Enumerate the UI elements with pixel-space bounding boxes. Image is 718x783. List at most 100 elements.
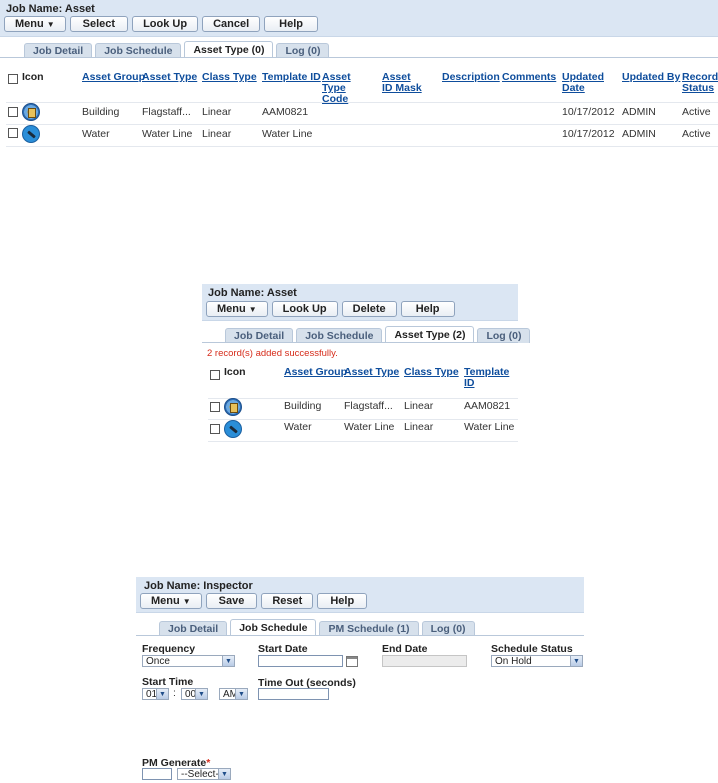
tab-pm-schedule[interactable]: PM Schedule (1) <box>319 621 419 636</box>
help-button[interactable]: Help <box>264 16 318 32</box>
tab-job-detail[interactable]: Job Detail <box>24 43 93 58</box>
updated-date-cell: 10/17/2012 <box>562 128 615 140</box>
col-icon: Icon <box>22 71 44 83</box>
row-separator <box>208 419 518 420</box>
menu-button[interactable]: Menu ▼ <box>140 593 202 609</box>
select-all-checkbox[interactable] <box>8 74 18 84</box>
start-hour-select[interactable]: 01 ▼ <box>142 688 169 700</box>
updated-date-cell: 10/17/2012 <box>562 106 615 118</box>
help-button[interactable]: Help <box>317 593 368 609</box>
panel-header: Job Name: Asset Menu ▼ Select Look Up Can… <box>0 0 718 37</box>
tab-log[interactable]: Log (0) <box>477 328 531 343</box>
asset-type-cell: Water Line <box>344 421 395 433</box>
menu-button[interactable]: Menu ▼ <box>4 16 66 32</box>
cancel-button[interactable]: Cancel <box>202 16 261 32</box>
col-class-type[interactable]: Class Type <box>202 72 257 83</box>
tab-job-detail[interactable]: Job Detail <box>225 328 294 343</box>
col-asset-group[interactable]: Asset Group <box>284 367 347 378</box>
start-date-label: Start Date <box>258 643 308 655</box>
menu-caret-icon: ▼ <box>182 596 191 606</box>
tab-bar: Job Detail Job Schedule Asset Type (0) L… <box>24 41 330 58</box>
tab-job-schedule[interactable]: Job Schedule <box>296 328 383 343</box>
end-date-label: End Date <box>382 643 428 655</box>
inspector-job-panel: Job Name: Inspector Menu ▼ Save Reset Hel… <box>136 577 584 783</box>
row-separator <box>6 146 718 147</box>
tab-log[interactable]: Log (0) <box>276 43 330 58</box>
look-up-button[interactable]: Look Up <box>271 301 338 317</box>
asset-job-panel: Job Name: Asset Menu ▼ Select Look Up Can… <box>0 0 718 150</box>
tab-bar: Job Detail Job Schedule Asset Type (2) L… <box>225 326 531 343</box>
tab-job-schedule[interactable]: Job Schedule <box>230 619 317 636</box>
template-id-cell: Water Line <box>262 128 313 140</box>
col-asset-id-mask[interactable]: Asset ID Mask <box>382 72 422 94</box>
record-status-cell: Active <box>682 106 711 118</box>
job-name-title: Job Name: Asset <box>208 287 297 299</box>
start-time-label: Start Time <box>142 676 194 688</box>
col-class-type[interactable]: Class Type <box>404 367 459 378</box>
frequency-select[interactable]: Once ▼ <box>142 655 235 667</box>
schedule-status-label: Schedule Status <box>491 643 573 655</box>
tab-asset-type[interactable]: Asset Type (2) <box>385 326 475 343</box>
col-description[interactable]: Description <box>442 72 500 83</box>
col-asset-type[interactable]: Asset Type <box>142 72 197 83</box>
water-line-icon <box>22 125 40 143</box>
row-checkbox[interactable] <box>210 402 220 412</box>
pm-generate-input[interactable] <box>142 768 172 780</box>
template-id-cell: AAM0821 <box>464 400 511 412</box>
updated-by-cell: ADMIN <box>622 128 656 140</box>
chevron-down-icon: ▼ <box>235 689 247 699</box>
tab-job-schedule[interactable]: Job Schedule <box>95 43 182 58</box>
col-template-id[interactable]: Template ID <box>262 72 321 83</box>
col-icon: Icon <box>224 366 246 378</box>
success-message: 2 record(s) added successfully. <box>207 348 338 359</box>
tab-asset-type[interactable]: Asset Type (0) <box>184 41 274 58</box>
asset-group-cell: Water <box>82 128 110 140</box>
save-button[interactable]: Save <box>205 593 258 609</box>
frequency-label: Frequency <box>142 643 196 655</box>
menu-label: Menu <box>151 595 180 607</box>
job-name-title: Job Name: Asset <box>6 3 95 15</box>
tab-log[interactable]: Log (0) <box>421 621 475 636</box>
col-asset-type-code[interactable]: Asset Type Code <box>322 72 374 105</box>
help-button[interactable]: Help <box>400 301 455 317</box>
look-up-button[interactable]: Look Up <box>132 16 199 32</box>
template-id-cell: Water Line <box>464 421 515 433</box>
select-all-checkbox[interactable] <box>210 370 220 380</box>
template-id-cell: AAM0821 <box>262 106 309 118</box>
chevron-down-icon: ▼ <box>570 656 582 666</box>
pm-generate-select[interactable]: --Select-- ▼ <box>177 768 231 780</box>
start-date-input[interactable] <box>258 655 343 667</box>
col-asset-group[interactable]: Asset Group <box>82 72 145 83</box>
tab-divider <box>0 57 718 58</box>
col-asset-type[interactable]: Asset Type <box>344 367 399 378</box>
col-record-status[interactable]: Record Status <box>682 72 718 94</box>
row-checkbox[interactable] <box>8 107 18 117</box>
start-ampm-select[interactable]: AM ▼ <box>219 688 248 700</box>
row-checkbox[interactable] <box>210 424 220 434</box>
row-checkbox[interactable] <box>8 128 18 138</box>
tab-bar: Job Detail Job Schedule PM Schedule (1) … <box>159 619 475 636</box>
col-updated-date[interactable]: Updated Date <box>562 72 606 94</box>
col-template-id[interactable]: Template ID <box>464 367 518 389</box>
updated-by-cell: ADMIN <box>622 106 656 118</box>
schedule-status-select[interactable]: On Hold ▼ <box>491 655 583 667</box>
row-separator <box>208 441 518 442</box>
class-type-cell: Linear <box>202 106 232 118</box>
start-minute-select[interactable]: 00 ▼ <box>181 688 208 700</box>
chevron-down-icon: ▼ <box>156 689 168 699</box>
class-type-cell: Linear <box>404 400 434 412</box>
tab-job-detail[interactable]: Job Detail <box>159 621 228 636</box>
asset-group-cell: Building <box>284 400 322 412</box>
menu-caret-icon: ▼ <box>248 304 257 314</box>
menu-button[interactable]: Menu ▼ <box>206 301 268 317</box>
col-comments[interactable]: Comments <box>502 72 556 83</box>
calendar-icon[interactable] <box>346 656 358 667</box>
class-type-cell: Linear <box>404 421 434 433</box>
tab-divider <box>202 342 518 343</box>
select-button[interactable]: Select <box>69 16 129 32</box>
delete-button[interactable]: Delete <box>341 301 397 317</box>
col-updated-by[interactable]: Updated By <box>622 72 680 83</box>
record-status-cell: Active <box>682 128 711 140</box>
timeout-input[interactable] <box>258 688 329 700</box>
reset-button[interactable]: Reset <box>261 593 314 609</box>
